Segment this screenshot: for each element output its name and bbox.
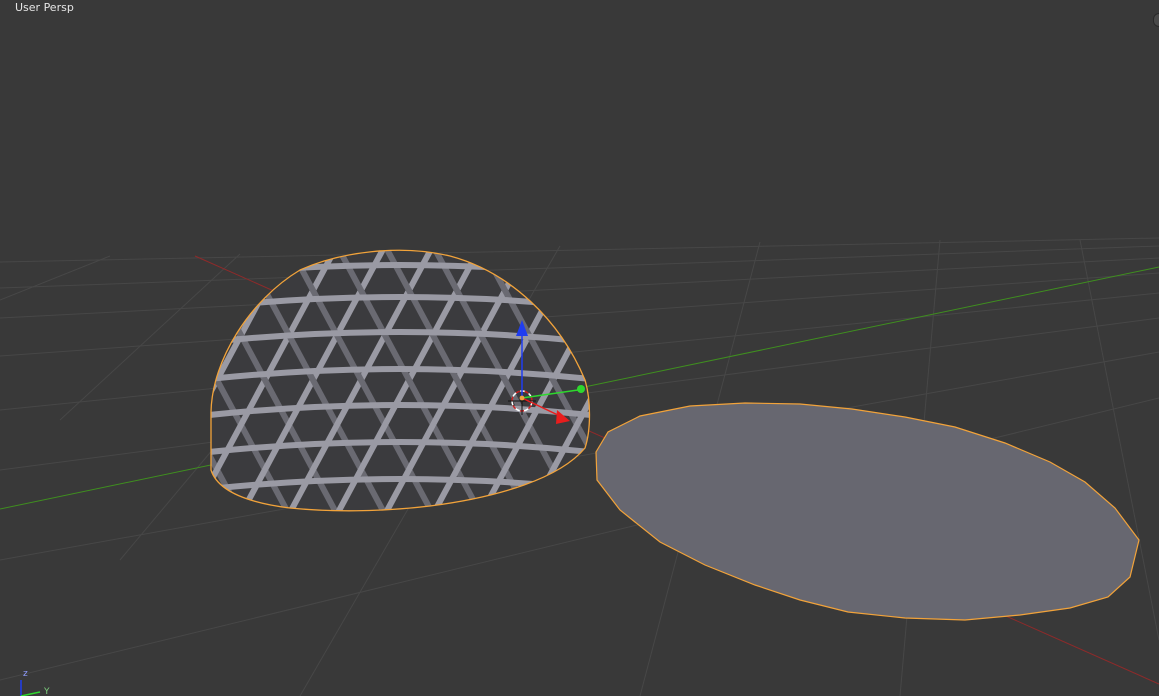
view-name-label: User Persp [15, 1, 74, 14]
3d-viewport[interactable]: User Persp z Y [0, 0, 1159, 696]
grid-line [0, 255, 111, 301]
axis-label-z: z [23, 669, 28, 679]
circle-mesh[interactable] [595, 402, 1140, 621]
axes-navigator-icon [20, 680, 41, 696]
viewport-scene[interactable] [0, 0, 1159, 696]
dome-strut [0, 240, 148, 520]
axis-label-y: Y [44, 687, 50, 696]
grid-line [0, 237, 1159, 263]
dome-strut [1102, 240, 1159, 520]
dome-strut [0, 240, 4, 520]
dome-strut [0, 240, 100, 520]
dome-strut [0, 240, 4, 520]
region-toggle-icon[interactable] [1153, 13, 1159, 27]
dome-strut [0, 240, 148, 520]
dome-strut [0, 240, 100, 520]
dome-strut [1102, 240, 1159, 520]
